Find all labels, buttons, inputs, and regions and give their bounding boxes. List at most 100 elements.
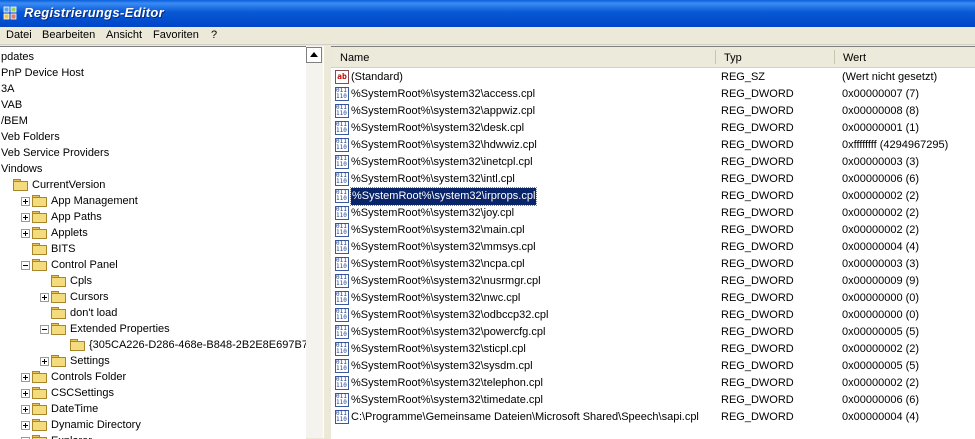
value-row[interactable]: 011 110 %SystemRoot%\system32\access.cpl RE… — [331, 86, 975, 103]
column-header-value[interactable]: Wert — [843, 47, 866, 67]
folder-icon — [32, 195, 47, 207]
tree-node-label: CurrentVersion — [32, 179, 106, 191]
value-data: 0x00000009 (9) — [842, 275, 920, 287]
value-row[interactable]: 011 110 C:\Programme\Gemeinsame Dateien\Mi… — [331, 409, 975, 426]
expand-plus-icon[interactable] — [21, 229, 30, 238]
expand-plus-icon[interactable] — [21, 373, 30, 382]
tree-node-label: don't load — [70, 307, 118, 319]
value-row[interactable]: 011 110 %SystemRoot%\system32\telephon.cpl… — [331, 375, 975, 392]
column-header-name[interactable]: Name — [340, 47, 369, 67]
value-row[interactable]: 011 110 %SystemRoot%\system32\sticpl.cpl RE… — [331, 341, 975, 358]
string-value-icon: ab — [335, 70, 349, 84]
collapse-minus-icon[interactable] — [40, 325, 49, 334]
value-name: %SystemRoot%\system32\intl.cpl — [351, 173, 515, 185]
value-row[interactable]: 011 110 %SystemRoot%\system32\powercfg.cpl… — [331, 324, 975, 341]
value-row[interactable]: 011 110 %SystemRoot%\system32\desk.cpl REG_… — [331, 120, 975, 137]
tree-node-label: Explorer — [51, 433, 92, 439]
menu-favoriten[interactable]: Favoriten — [153, 29, 199, 41]
tree-node-label: DateTime — [51, 403, 99, 415]
window-title: Registrierungs-Editor — [24, 5, 164, 20]
folder-icon — [32, 435, 47, 439]
value-row[interactable]: 011 110 %SystemRoot%\system32\odbccp32.cpl… — [331, 307, 975, 324]
tree-node-label: Applets — [51, 227, 88, 239]
binary-value-icon: 011 110 — [335, 257, 349, 271]
menu-datei[interactable]: Datei — [6, 29, 32, 41]
scroll-up-arrow-icon[interactable] — [306, 47, 322, 63]
value-data: 0x00000003 (3) — [842, 258, 920, 270]
value-name: %SystemRoot%\system32\inetcpl.cpl — [351, 156, 533, 168]
value-row[interactable]: ab (Standard) REG_SZ (Wert nicht gesetzt) — [331, 69, 975, 86]
binary-value-icon: 011 110 — [335, 325, 349, 339]
value-data: (Wert nicht gesetzt) — [842, 71, 938, 83]
value-name: %SystemRoot%\system32\telephon.cpl — [351, 377, 543, 389]
value-row[interactable]: 011 110 %SystemRoot%\system32\main.cpl REG_… — [331, 222, 975, 239]
binary-value-icon: 011 110 — [335, 206, 349, 220]
menu-ansicht[interactable]: Ansicht — [106, 29, 142, 41]
folder-icon — [51, 291, 66, 303]
value-row[interactable]: 011 110 %SystemRoot%\system32\hdwwiz.cpl RE… — [331, 137, 975, 154]
value-row[interactable]: 011 110 %SystemRoot%\system32\ncpa.cpl REG_… — [331, 256, 975, 273]
expand-plus-icon[interactable] — [21, 213, 30, 222]
column-divider[interactable] — [715, 50, 716, 64]
expand-plus-icon[interactable] — [21, 197, 30, 206]
value-row[interactable]: 011 110 %SystemRoot%\system32\joy.cpl REG_D… — [331, 205, 975, 222]
value-name: %SystemRoot%\system32\appwiz.cpl — [351, 105, 536, 117]
value-name: %SystemRoot%\system32\sysdm.cpl — [351, 360, 533, 372]
tree-node-label: {305CA226-D286-468e-B848-2B2E8E697B74} 2 — [89, 339, 306, 351]
menu-help[interactable]: ? — [211, 29, 217, 41]
value-data: 0x00000006 (6) — [842, 173, 920, 185]
value-row[interactable]: 011 110 %SystemRoot%\system32\timedate.cpl… — [331, 392, 975, 409]
value-row[interactable]: 011 110 %SystemRoot%\system32\appwiz.cpl RE… — [331, 103, 975, 120]
tree-scrollbar[interactable] — [306, 46, 323, 438]
value-row[interactable]: 011 110 %SystemRoot%\system32\nusrmgr.cpl R… — [331, 273, 975, 290]
binary-value-icon: 011 110 — [335, 240, 349, 254]
expand-plus-icon[interactable] — [21, 421, 30, 430]
value-name: %SystemRoot%\system32\hdwwiz.cpl — [351, 139, 537, 151]
tree-node-label: Extended Properties — [70, 323, 170, 335]
value-type: REG_DWORD — [721, 394, 794, 406]
value-data: 0x00000005 (5) — [842, 326, 920, 338]
title-bar[interactable]: Registrierungs-Editor — [0, 0, 975, 27]
registry-key-tree[interactable]: pdates PnP Device Host 3A VAB/BEM Veb Folder… — [0, 46, 306, 439]
value-name: %SystemRoot%\system32\access.cpl — [351, 88, 536, 100]
collapse-minus-icon[interactable] — [21, 261, 30, 270]
value-data: 0x00000002 (2) — [842, 207, 920, 219]
folder-icon — [32, 227, 47, 239]
column-divider[interactable] — [834, 50, 835, 64]
tree-node-label: Settings — [70, 355, 110, 367]
expand-plus-icon[interactable] — [21, 389, 30, 398]
value-data: 0x00000002 (2) — [842, 377, 920, 389]
value-type: REG_DWORD — [721, 360, 794, 372]
folder-icon — [32, 371, 47, 383]
expand-plus-icon[interactable] — [40, 357, 49, 366]
value-row[interactable]: 011 110 %SystemRoot%\system32\inetcpl.cpl R… — [331, 154, 975, 171]
value-type: REG_DWORD — [721, 343, 794, 355]
value-type: REG_DWORD — [721, 88, 794, 100]
value-row[interactable]: 011 110 %SystemRoot%\system32\mmsys.cpl REG… — [331, 239, 975, 256]
value-type: REG_DWORD — [721, 122, 794, 134]
value-name: %SystemRoot%\system32\odbccp32.cpl — [351, 309, 549, 321]
menu-bearbeiten[interactable]: Bearbeiten — [42, 29, 95, 41]
folder-icon — [51, 323, 66, 335]
column-header-type[interactable]: Typ — [724, 47, 742, 67]
binary-value-icon: 011 110 — [335, 291, 349, 305]
tree-node-label: Control Panel — [51, 259, 118, 271]
expand-plus-icon[interactable] — [21, 405, 30, 414]
value-row[interactable]: 011 110 %SystemRoot%\system32\sysdm.cpl REG… — [331, 358, 975, 375]
value-data: 0x00000004 (4) — [842, 241, 920, 253]
value-row[interactable]: 011 110 %SystemRoot%\system32\irprops.cpl R… — [331, 187, 975, 206]
value-data: 0x00000000 (0) — [842, 292, 920, 304]
tree-node-label: App Paths — [51, 211, 102, 223]
binary-value-icon: 011 110 — [335, 138, 349, 152]
binary-value-icon: 011 110 — [335, 172, 349, 186]
value-row[interactable]: 011 110 %SystemRoot%\system32\nwc.cpl REG_D… — [331, 290, 975, 307]
value-row[interactable]: 011 110 %SystemRoot%\system32\intl.cpl REG_… — [331, 171, 975, 188]
expand-plus-icon[interactable] — [40, 293, 49, 302]
value-type: REG_DWORD — [721, 292, 794, 304]
registry-values-list[interactable]: Name Typ Wert ab (Standard) REG_SZ (Wert ni… — [331, 46, 975, 439]
tree-node-label: CSCSettings — [51, 387, 114, 399]
binary-value-icon: 011 110 — [335, 223, 349, 237]
binary-value-icon: 011 110 — [335, 410, 349, 424]
value-name: %SystemRoot%\system32\main.cpl — [351, 224, 525, 236]
list-header: Name Typ Wert — [331, 47, 975, 68]
